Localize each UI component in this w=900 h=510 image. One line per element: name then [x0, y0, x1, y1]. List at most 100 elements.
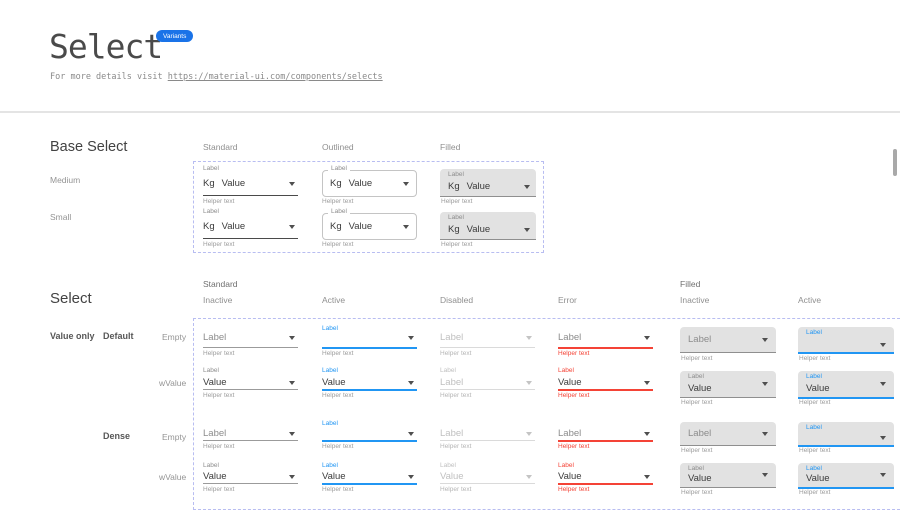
- column-header-standard: Standard: [203, 142, 238, 152]
- select-field-filled-active-r0[interactable]: LabelHelper text: [798, 325, 894, 359]
- dropdown-caret-icon: [524, 185, 530, 189]
- field-label: Label: [328, 209, 350, 216]
- select-field-standard-inactive-r0[interactable]: LabelHelper text: [203, 325, 298, 359]
- helper-text: Helper text: [558, 351, 589, 358]
- select-field-standard-error-r1[interactable]: LabelValueHelper text: [558, 367, 653, 401]
- select-field-standard-disabled-r0[interactable]: LabelHelper text: [440, 325, 535, 359]
- field-value: Value: [203, 377, 227, 389]
- dropdown-caret-icon: [644, 475, 650, 479]
- select-field-filled-inactive-r2[interactable]: LabelHelper text: [680, 420, 776, 454]
- select-field-standard-active-r3[interactable]: LabelValueHelper text: [322, 462, 417, 496]
- state-header-standard-inactive: Inactive: [203, 295, 232, 305]
- field-floating-label: Label: [688, 374, 704, 381]
- material-ui-link[interactable]: https://material-ui.com/components/selec…: [168, 72, 383, 82]
- helper-text: Helper text: [322, 199, 353, 206]
- helper-text: Helper text: [799, 490, 830, 497]
- dropdown-caret-icon: [289, 432, 295, 436]
- field-value: Value: [467, 224, 491, 235]
- select-field-standard-inactive-r2[interactable]: LabelHelper text: [203, 420, 298, 454]
- helper-text: Helper text: [322, 444, 353, 451]
- helper-text: Helper text: [681, 356, 712, 363]
- dropdown-caret-icon: [526, 336, 532, 340]
- dropdown-caret-icon: [644, 381, 650, 385]
- field-value: Label: [440, 428, 463, 440]
- variants-badge: Variants: [156, 30, 193, 42]
- helper-text: Helper text: [322, 487, 353, 494]
- select-field-standard-inactive-r1[interactable]: LabelValueHelper text: [203, 367, 298, 401]
- helper-text: Helper text: [441, 199, 472, 206]
- field-value: Value: [203, 471, 227, 483]
- helper-text: Helper text: [681, 490, 712, 497]
- field-value: Label: [688, 334, 711, 346]
- field-value: Value: [222, 221, 246, 232]
- field-label: Label: [203, 166, 219, 173]
- field-floating-label: Label: [806, 466, 822, 473]
- base-outlined-medium-select[interactable]: Label KgValue Helper text: [322, 165, 417, 201]
- dropdown-caret-icon: [289, 225, 295, 229]
- dropdown-caret-icon: [524, 228, 530, 232]
- helper-text: Helper text: [203, 199, 234, 206]
- select-field-standard-inactive-r3[interactable]: LabelValueHelper text: [203, 462, 298, 496]
- select-field-filled-inactive-r3[interactable]: LabelValueHelper text: [680, 462, 776, 496]
- field-floating-label: Label: [322, 463, 338, 470]
- field-underline: [203, 238, 298, 239]
- base-outlined-small-select[interactable]: Label KgValue Helper text: [322, 208, 417, 244]
- field-floating-label: Label: [322, 421, 338, 428]
- select-field-standard-error-r2[interactable]: LabelHelper text: [558, 420, 653, 454]
- select-field-filled-active-r2[interactable]: LabelHelper text: [798, 420, 894, 454]
- row-label-wvalue-default: wValue: [159, 378, 186, 388]
- select-field-filled-active-r3[interactable]: LabelValueHelper text: [798, 462, 894, 496]
- dropdown-caret-icon: [526, 432, 532, 436]
- base-standard-small-select[interactable]: Label KgValue Helper text: [203, 208, 298, 244]
- select-field-standard-active-r1[interactable]: LabelValueHelper text: [322, 367, 417, 401]
- select-field-standard-active-r0[interactable]: LabelHelper text: [322, 325, 417, 359]
- helper-text: Helper text: [440, 444, 471, 451]
- helper-text: Helper text: [558, 393, 589, 400]
- field-value: Label: [440, 377, 463, 389]
- select-field-standard-disabled-r2[interactable]: Label Helper text: [440, 420, 535, 454]
- field-label: Label: [448, 172, 464, 179]
- scrollbar-thumb[interactable]: [893, 149, 897, 176]
- helper-text: Helper text: [322, 242, 353, 249]
- helper-text: Helper text: [681, 400, 712, 407]
- select-field-filled-inactive-r0[interactable]: LabelHelper text: [680, 325, 776, 359]
- group-header-standard: Standard: [203, 279, 238, 289]
- row-label-empty-default: Empty: [162, 332, 186, 342]
- base-filled-medium-select[interactable]: Label KgValue Helper text: [440, 165, 536, 201]
- helper-text: Helper text: [441, 242, 472, 249]
- base-filled-small-select[interactable]: Label KgValue Helper text: [440, 208, 536, 244]
- base-standard-medium-select[interactable]: Label KgValue Helper text: [203, 165, 298, 201]
- field-value: Label: [203, 332, 226, 344]
- prefix-adornment: Kg: [330, 178, 342, 189]
- select-field-standard-error-r3[interactable]: LabelValueHelper text: [558, 462, 653, 496]
- field-underline: [322, 389, 417, 391]
- row-label-small: Small: [50, 212, 71, 222]
- dropdown-caret-icon: [644, 336, 650, 340]
- field-label: Label: [203, 209, 219, 216]
- dropdown-caret-icon: [526, 381, 532, 385]
- select-field-filled-active-r1[interactable]: LabelValueHelper text: [798, 367, 894, 401]
- select-field-standard-error-r0[interactable]: LabelHelper text: [558, 325, 653, 359]
- field-value: Value: [440, 471, 464, 483]
- select-field-filled-inactive-r1[interactable]: LabelValueHelper text: [680, 367, 776, 401]
- state-header-filled-active: Active: [798, 295, 821, 305]
- helper-text: Helper text: [558, 487, 589, 494]
- field-floating-label: Label: [440, 368, 456, 375]
- helper-text: Helper text: [558, 444, 589, 451]
- select-field-standard-disabled-r3[interactable]: LabelValueHelper text: [440, 462, 535, 496]
- field-floating-label: Label: [558, 463, 574, 470]
- field-value: Value: [322, 377, 346, 389]
- helper-text: Helper text: [799, 448, 830, 455]
- select-field-standard-active-r2[interactable]: Label Helper text: [322, 420, 417, 454]
- field-underline: [322, 347, 417, 349]
- field-value: Value: [222, 178, 246, 189]
- field-underline: [440, 483, 535, 484]
- state-header-standard-disabled: Disabled: [440, 295, 473, 305]
- group-header-filled: Filled: [680, 279, 700, 289]
- helper-text: Helper text: [203, 242, 234, 249]
- field-floating-label: Label: [806, 374, 822, 381]
- prefix-adornment: Kg: [448, 181, 460, 192]
- field-value: Label: [440, 332, 463, 344]
- dropdown-caret-icon: [289, 475, 295, 479]
- select-field-standard-disabled-r1[interactable]: LabelLabelHelper text: [440, 367, 535, 401]
